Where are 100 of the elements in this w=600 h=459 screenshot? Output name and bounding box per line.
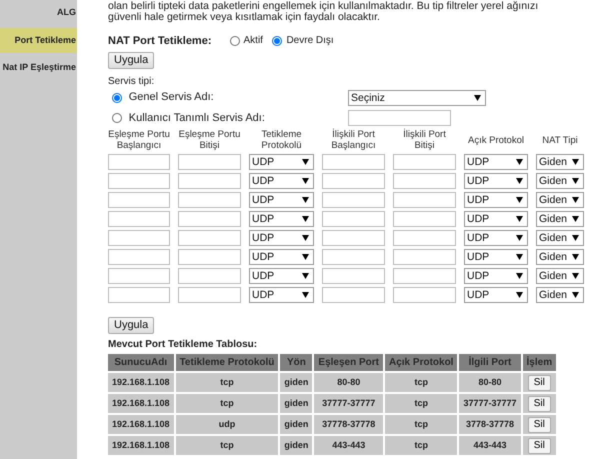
protocol-dropdown[interactable]: UDP	[249, 268, 314, 284]
port-field[interactable]	[393, 268, 456, 284]
port-field[interactable]	[108, 173, 170, 189]
sidebar-item[interactable]: Nat IP Eşleştirme	[0, 57, 77, 78]
column-header: Tetikleme Protokolü	[260, 129, 303, 151]
port-field[interactable]	[178, 230, 241, 246]
port-field[interactable]	[178, 287, 241, 303]
column-header: İlişkili Port Başlangıcı	[330, 129, 377, 151]
column-header: Yön	[280, 354, 312, 371]
protocol-dropdown[interactable]: UDP	[464, 230, 528, 246]
nat-type-dropdown[interactable]: Giden	[536, 230, 584, 246]
table-cell: 37778-37778	[314, 415, 383, 434]
protocol-dropdown[interactable]: UDP	[464, 268, 528, 284]
column-header: Açık Protokol	[467, 134, 525, 146]
protocol-dropdown[interactable]: UDP	[464, 173, 528, 189]
radio-button[interactable]	[230, 36, 240, 46]
protocol-dropdown[interactable]: UDP	[464, 154, 528, 170]
apply-button[interactable]: Uygula	[108, 317, 154, 334]
radio-button[interactable]	[112, 113, 122, 123]
table-cell: giden	[280, 415, 312, 434]
delete-button[interactable]: Sil	[528, 438, 551, 454]
nat-type-dropdown[interactable]: Giden	[536, 211, 584, 227]
sidebar-item[interactable]: Port Tetikleme	[0, 28, 77, 53]
port-field[interactable]	[393, 154, 456, 170]
port-field[interactable]	[393, 192, 456, 208]
radio-button[interactable]	[272, 36, 282, 46]
table-cell: 192.168.1.108	[108, 436, 174, 455]
port-field[interactable]	[322, 173, 385, 189]
nat-type-dropdown[interactable]: Giden	[536, 268, 584, 284]
apply-button[interactable]: Uygula	[108, 52, 154, 69]
port-field[interactable]	[322, 268, 385, 284]
service-dropdown[interactable]: Seçiniz	[348, 90, 486, 106]
table-cell: tcp	[385, 436, 458, 455]
table-cell: tcp	[385, 394, 458, 413]
sidebar-item[interactable]: ALG	[0, 2, 77, 24]
port-field[interactable]	[322, 192, 385, 208]
port-field[interactable]	[322, 154, 385, 170]
table-cell: tcp	[176, 394, 278, 413]
protocol-dropdown[interactable]: UDP	[464, 211, 528, 227]
port-field[interactable]	[393, 249, 456, 265]
port-field[interactable]	[322, 230, 385, 246]
column-header: Eşleşme Portu Bitişi	[178, 129, 241, 151]
port-field[interactable]	[108, 192, 170, 208]
protocol-dropdown[interactable]: UDP	[249, 211, 314, 227]
service-name-field[interactable]	[348, 110, 451, 126]
port-field[interactable]	[178, 211, 241, 227]
table-cell: giden	[280, 373, 312, 392]
table-cell: 80-80	[314, 373, 383, 392]
nat-type-dropdown[interactable]: Giden	[536, 173, 584, 189]
protocol-dropdown[interactable]: UDP	[464, 192, 528, 208]
port-field[interactable]	[108, 211, 170, 227]
port-field[interactable]	[178, 154, 241, 170]
table-cell: 80-80	[459, 373, 521, 392]
nat-type-dropdown[interactable]: Giden	[536, 154, 584, 170]
table-title: Mevcut Port Tetikleme Tablosu:	[108, 338, 258, 352]
port-field[interactable]	[108, 154, 170, 170]
port-field[interactable]	[393, 230, 456, 246]
table-cell: 192.168.1.108	[108, 373, 174, 392]
table-cell: 443-443	[459, 436, 521, 455]
delete-button[interactable]: Sil	[528, 396, 551, 412]
table-cell: udp	[176, 415, 278, 434]
protocol-dropdown[interactable]: UDP	[464, 287, 528, 303]
description-text: olan belirli tipteki data paketlerini engellemek için kullanılmaktadır. Bu tip filtreler yerel ağınızı güvenli hale getirmek veya kısıtlamak için faydalı olacaktır.	[108, 1, 540, 25]
port-field[interactable]	[108, 268, 170, 284]
delete-button[interactable]: Sil	[528, 416, 551, 432]
table-cell: 37777-37777	[314, 394, 383, 413]
port-field[interactable]	[322, 287, 385, 303]
delete-button[interactable]: Sil	[528, 374, 551, 390]
port-field[interactable]	[393, 287, 456, 303]
port-field[interactable]	[178, 192, 241, 208]
table-cell: tcp	[385, 373, 458, 392]
radio-label: Genel Servis Adı:	[128, 90, 214, 106]
port-field[interactable]	[108, 230, 170, 246]
port-field[interactable]	[393, 211, 456, 227]
protocol-dropdown[interactable]: UDP	[249, 249, 314, 265]
radio-button[interactable]	[112, 92, 122, 102]
port-field[interactable]	[322, 211, 385, 227]
nat-type-dropdown[interactable]: Giden	[536, 192, 584, 208]
column-header: İşlem	[522, 354, 556, 371]
nat-type-dropdown[interactable]: Giden	[536, 287, 584, 303]
port-field[interactable]	[108, 287, 170, 303]
port-field[interactable]	[393, 173, 456, 189]
protocol-dropdown[interactable]: UDP	[464, 249, 528, 265]
port-field[interactable]	[108, 249, 170, 265]
port-field[interactable]	[178, 268, 241, 284]
table-cell: 192.168.1.108	[108, 415, 174, 434]
column-header: İlgili Port	[459, 354, 521, 371]
column-header: İlişkili Port Bitişi	[402, 129, 447, 151]
port-field[interactable]	[322, 249, 385, 265]
table-cell: 443-443	[314, 436, 383, 455]
port-field[interactable]	[178, 173, 241, 189]
nat-type-dropdown[interactable]: Giden	[536, 249, 584, 265]
column-header: NAT Tipi	[541, 134, 579, 146]
protocol-dropdown[interactable]: UDP	[249, 154, 314, 170]
protocol-dropdown[interactable]: UDP	[249, 230, 314, 246]
protocol-dropdown[interactable]: UDP	[249, 173, 314, 189]
port-field[interactable]	[178, 249, 241, 265]
protocol-dropdown[interactable]: UDP	[249, 287, 314, 303]
radio-label: Aktif	[244, 34, 263, 48]
protocol-dropdown[interactable]: UDP	[249, 192, 314, 208]
